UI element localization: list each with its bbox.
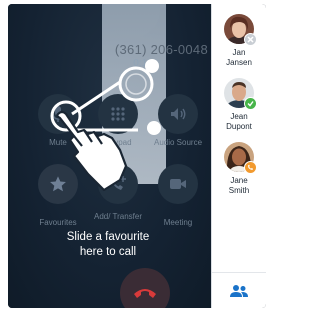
contact-name: Jean Dupont [226, 112, 252, 131]
call-screen: (361) 206-0048 0:12 Mute Keypad Audio So… [8, 4, 212, 308]
people-icon [230, 285, 248, 297]
avatar [224, 78, 257, 110]
favourite-contact-jean-dupont[interactable]: Jean Dupont [212, 78, 266, 131]
status-available-icon [244, 97, 257, 110]
contact-name: Jane Smith [228, 176, 250, 195]
hang-up-icon [134, 289, 156, 298]
status-on-call-icon [244, 161, 257, 174]
slide-favourite-hint: Slide a favourite here to call [28, 230, 188, 260]
drawer-divider [212, 272, 266, 273]
favourite-contact-jan-jansen[interactable]: Jan Jansen [212, 14, 266, 67]
contacts-button[interactable] [226, 280, 252, 302]
end-call-button[interactable] [120, 268, 170, 308]
contact-name: Jan Jansen [226, 48, 252, 67]
hand-pointer-icon [56, 110, 128, 192]
avatar [224, 14, 257, 46]
hint-line-2: here to call [79, 245, 137, 258]
phone-screen: (361) 206-0048 0:12 Mute Keypad Audio So… [8, 4, 266, 308]
favourite-contact-jane-smith[interactable]: Jane Smith [212, 142, 266, 195]
hint-line-1: Slide a favourite [66, 231, 150, 243]
avatar [224, 142, 257, 174]
drag-gesture-illustration [50, 59, 161, 192]
status-unavailable-icon [244, 33, 257, 46]
favourites-drawer: Jan Jansen Jean Dupont Jane Smith [211, 4, 266, 308]
